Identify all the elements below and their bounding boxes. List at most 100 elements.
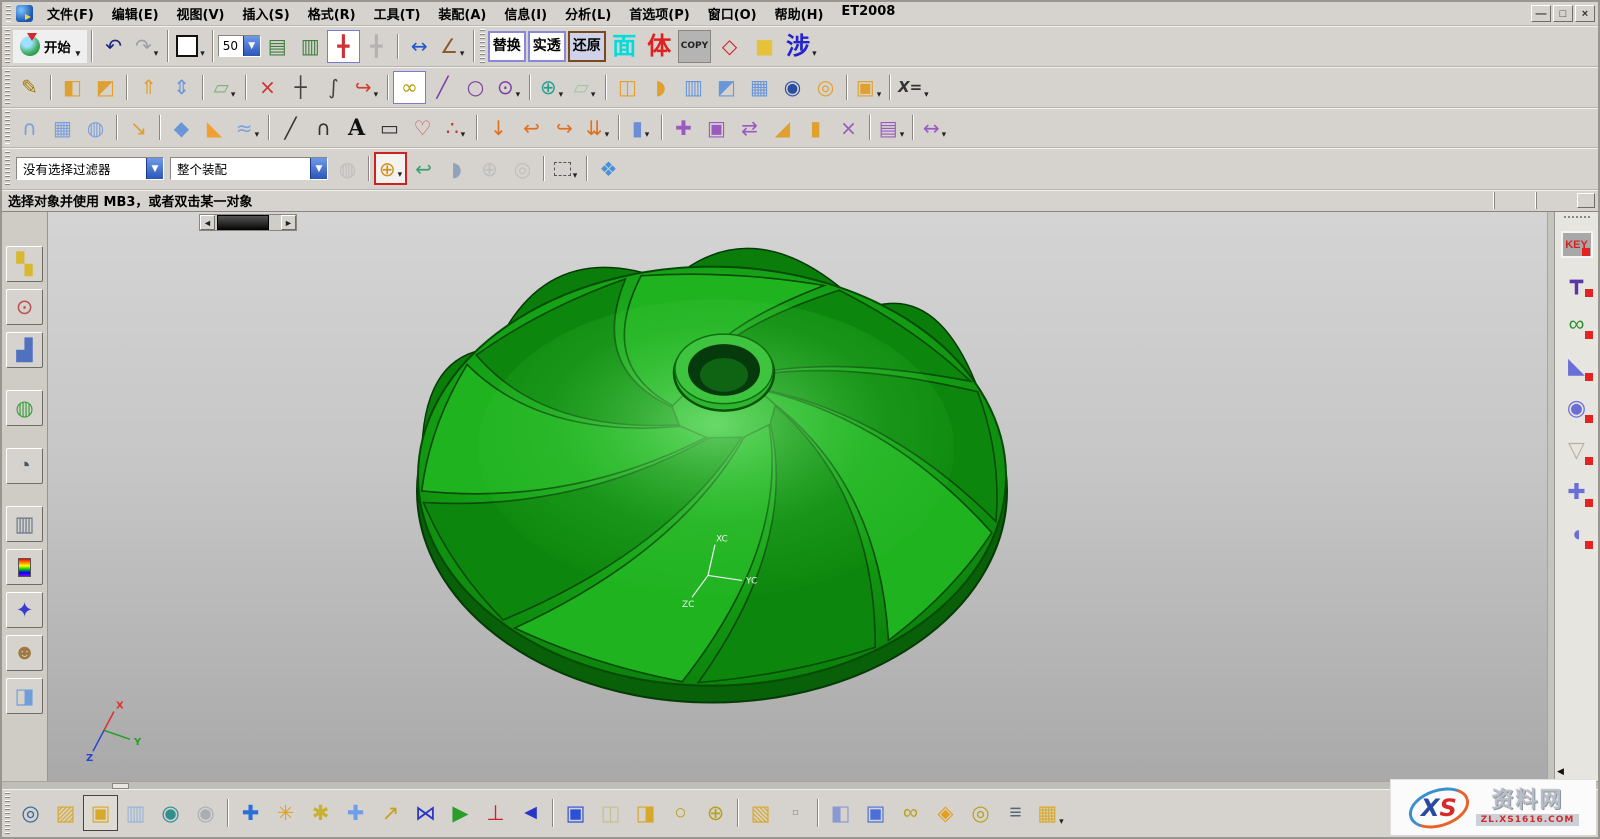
redo-dropdown[interactable]: ▾	[154, 48, 159, 62]
face-blend-button[interactable]: ◣	[198, 111, 231, 144]
layer-settings-button[interactable]: ▤	[261, 30, 294, 63]
system-scenes-button[interactable]: ▥	[6, 506, 43, 542]
constraint-navigator-button[interactable]: ⊙	[6, 289, 43, 325]
bottom-scroll-strip[interactable]	[2, 781, 1598, 789]
reuse-bracket-button[interactable]: ◣	[1560, 351, 1594, 381]
split-body-button[interactable]: ◧	[56, 71, 89, 104]
expression-button[interactable]: X=▾	[895, 71, 932, 104]
visual-effects-button[interactable]: ✦	[6, 592, 43, 628]
line-button[interactable]: ╱	[274, 111, 307, 144]
extrude-button[interactable]: ◫	[611, 71, 644, 104]
window-menu[interactable]: 窗口(O)	[699, 1, 766, 26]
copy-feature-dropdown[interactable]: ▾	[900, 129, 905, 143]
paste-face-button[interactable]: ⇄	[733, 111, 766, 144]
wrap-curve-button[interactable]: ⇊▾	[581, 111, 614, 144]
view-menu[interactable]: 视图(V)	[168, 1, 234, 26]
start-dropdown[interactable]: ▾	[76, 48, 81, 62]
assembly-window-button[interactable]: ▣	[858, 795, 893, 831]
layer-dropdown-icon[interactable]: ▼	[243, 36, 260, 56]
selection-filter-dropdown[interactable]: ▾	[398, 169, 403, 183]
wave-geometry-linker-button[interactable]: ◨	[628, 795, 663, 831]
key-button[interactable]: KEY	[1561, 231, 1593, 258]
assembly-navigator-button[interactable]: ▚	[6, 246, 43, 282]
measure-distance-button[interactable]: ↔	[403, 30, 436, 63]
add-component-button[interactable]: ✚	[233, 795, 268, 831]
rightbar-grip[interactable]	[1564, 216, 1590, 220]
snapshot-settings-button[interactable]: ◉	[188, 795, 223, 831]
resize-face-button[interactable]: ↔▾	[918, 111, 951, 144]
bounded-plane-button[interactable]: ◍	[79, 111, 112, 144]
wrap-curve-dropdown[interactable]: ▾	[605, 129, 610, 143]
add-part-button[interactable]: ✚	[338, 795, 373, 831]
reset-filter-button[interactable]: ⊕	[473, 152, 506, 185]
reuse-plate-button[interactable]: ◉	[1560, 393, 1594, 423]
help-menu[interactable]: 帮助(H)	[766, 1, 833, 26]
part-families-button[interactable]: ▦▾	[1033, 795, 1068, 831]
start-button[interactable]: 开始 ▾	[13, 30, 87, 63]
toolbar-grip[interactable]	[5, 29, 10, 63]
blend-face-button[interactable]: ◢	[766, 111, 799, 144]
delete-face-button[interactable]: ×	[832, 111, 865, 144]
preview-panel-button[interactable]: ▥	[118, 795, 153, 831]
interference-check-button[interactable]: 涉▾	[783, 30, 820, 63]
trim-body-button[interactable]: ▥	[677, 71, 710, 104]
link-report-button[interactable]: ◎	[963, 795, 998, 831]
pad-face-button[interactable]: ⇑	[132, 71, 165, 104]
undo-button[interactable]: ↶	[97, 30, 130, 63]
selection-scope-dropdown-icon[interactable]: ▼	[310, 158, 327, 179]
instance-feature-button[interactable]: ▣▾	[852, 71, 885, 104]
shaded-view-cube-button[interactable]: ❖	[592, 152, 625, 185]
history-button[interactable]: ◔	[6, 448, 43, 484]
roles-button[interactable]: ☻	[6, 635, 43, 671]
mirror-assembly-button[interactable]: ⋈	[408, 795, 443, 831]
datum-plane-button[interactable]: ▱▾	[208, 71, 241, 104]
translucency-button[interactable]: 实透	[528, 31, 566, 62]
move-face-button[interactable]: ✚	[667, 111, 700, 144]
point-set-dropdown[interactable]: ▾	[559, 89, 564, 103]
relations-tree-button[interactable]: ≡	[998, 795, 1033, 831]
part-navigator-button[interactable]: ▟	[6, 332, 43, 368]
close-button[interactable]: ×	[1575, 5, 1595, 22]
restore-button[interactable]: □	[1553, 5, 1573, 22]
flatten-surface-button[interactable]: ≈▾	[231, 111, 264, 144]
arrangements-button[interactable]: ◧	[823, 795, 858, 831]
toolbar-grip[interactable]	[5, 70, 10, 104]
toolbar-grip[interactable]	[480, 29, 485, 63]
curve-fit-button[interactable]: ∫	[317, 71, 350, 104]
selection-scope-select[interactable]: 整个装配 ▼	[170, 157, 328, 180]
wcs-dynamics-button[interactable]: ╋	[360, 30, 393, 63]
quick-extend-button[interactable]: ┼	[284, 71, 317, 104]
sequence-steps-button[interactable]: ▫	[778, 795, 813, 831]
boss-button[interactable]: ◎	[809, 71, 842, 104]
restore-display-button[interactable]: 还原	[568, 31, 606, 62]
make-unique-button[interactable]: ◫	[593, 795, 628, 831]
circle-3pt-button[interactable]: ○	[459, 71, 492, 104]
interpart-select-button[interactable]: ◍	[331, 152, 364, 185]
analysis-menu[interactable]: 分析(L)	[556, 1, 620, 26]
link-settings-button[interactable]: ⊕	[698, 795, 733, 831]
suppress-component-button[interactable]: ⊥	[478, 795, 513, 831]
copy-display-button[interactable]: COPY	[678, 30, 711, 63]
scrollbar-thumb[interactable]	[217, 215, 269, 230]
face-display-button[interactable]: 面	[608, 30, 641, 63]
replace-display-button[interactable]: 替换	[488, 31, 526, 62]
plane-grid-button[interactable]: ▱▾	[568, 71, 601, 104]
rectangle-select-button[interactable]: ▾	[549, 152, 582, 185]
interference-check-dropdown[interactable]: ▾	[812, 48, 817, 62]
copy-feature-button[interactable]: ▤▾	[875, 111, 908, 144]
body-display-button[interactable]: 体	[643, 30, 676, 63]
copy-face-button[interactable]: ▣	[700, 111, 733, 144]
tools-menu[interactable]: 工具(T)	[365, 1, 430, 26]
minimize-button[interactable]: —	[1531, 5, 1551, 22]
collapse-arrow-icon[interactable]: ◀	[1557, 767, 1564, 777]
chain-link-button[interactable]: ∞	[393, 71, 426, 104]
graphics-viewport[interactable]: XC YC ZC X Y Z ◄ ►	[48, 212, 1547, 781]
quick-trim-button[interactable]: ×	[251, 71, 284, 104]
color-dropdown[interactable]: ▾	[200, 48, 205, 62]
section-curve-button[interactable]: ↪	[548, 111, 581, 144]
horizontal-scrollbar[interactable]: ◄ ►	[199, 214, 297, 231]
insert-menu[interactable]: 插入(S)	[233, 1, 298, 26]
toolbar-grip[interactable]	[5, 151, 10, 186]
new-component-button[interactable]: ✳	[268, 795, 303, 831]
redo-button[interactable]: ↷▾	[130, 30, 163, 63]
